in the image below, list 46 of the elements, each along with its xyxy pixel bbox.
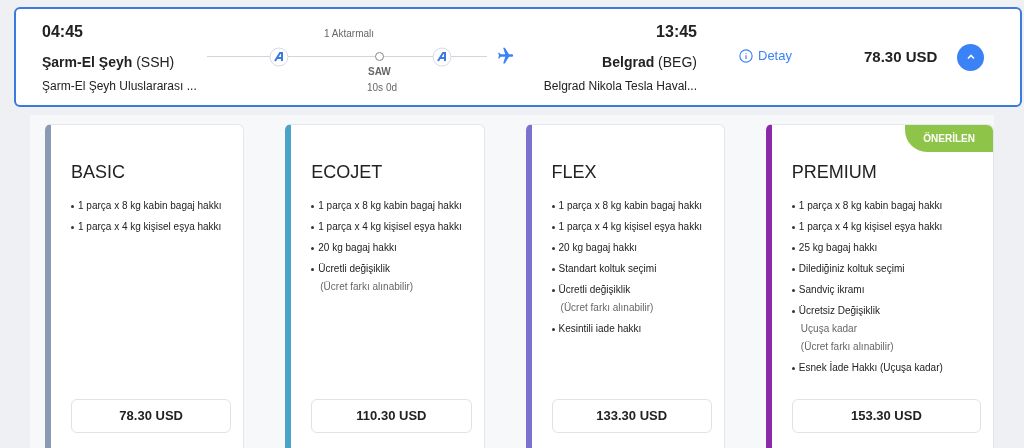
detail-link[interactable]: Detay [739, 46, 792, 66]
fare-feature: Esnek İade Hakkı (Uçuşa kadar) [791, 360, 981, 375]
fare-feature: 1 parça x 4 kg kişisel eşya hakkı [791, 219, 981, 234]
fare-price-button[interactable]: 153.30 USD [791, 399, 981, 433]
fare-feature: 20 kg bagaj hakkı [551, 240, 712, 255]
fare-name: PREMIUM [791, 161, 878, 184]
fare-name: FLEX [551, 161, 598, 184]
collapse-button[interactable] [957, 43, 984, 71]
fare-feature: Sandviç ikramı [791, 282, 981, 297]
departure-time: 04:45 [42, 21, 83, 42]
fare-feature: 1 parça x 8 kg kabin bagaj hakkı [791, 198, 981, 213]
stops-label: 1 Aktarmalı [324, 27, 375, 41]
recommended-badge: ÖNERİLEN [905, 125, 993, 152]
info-icon [739, 49, 753, 63]
fare-price-button[interactable]: 110.30 USD [311, 399, 472, 433]
chevron-up-icon [965, 52, 976, 62]
feature-note: (Ücret farkı alınabilir) [799, 340, 895, 354]
feature-note: (Ücret farkı alınabilir) [319, 280, 415, 294]
feature-note: (Ücret farkı alınabilir) [559, 301, 655, 315]
flight-duration: 10s 0d [367, 81, 398, 95]
flight-price: 78.30 USD [863, 46, 938, 67]
fare-feature: 1 parça x 4 kg kişisel eşya hakkı [311, 219, 472, 234]
fare-feature: 1 parça x 4 kg kişisel eşya hakkı [551, 219, 712, 234]
fare-feature: Dilediğiniz koltuk seçimi [791, 261, 981, 276]
fare-feature: 1 parça x 4 kg kişisel eşya hakkı [71, 219, 232, 234]
fare-feature: Ücretsiz Değişiklik [791, 303, 981, 318]
departure-city: Şarm-El Şeyh (SSH) [42, 52, 175, 72]
fare-feature: 25 kg bagaj hakkı [791, 240, 981, 255]
feature-note: Uçuşa kadar [799, 322, 858, 336]
departure-airport: Şarm-El Şeyh Uluslararası ... [42, 77, 197, 95]
arrival-airport: Belgrad Nikola Tesla Haval... [543, 77, 697, 95]
fare-feature: 1 parça x 8 kg kabin bagaj hakkı [311, 198, 472, 213]
fare-price-button[interactable]: 78.30 USD [71, 399, 232, 433]
fare-price-button[interactable]: 133.30 USD [551, 399, 712, 433]
fare-feature: 20 kg bagaj hakkı [311, 240, 472, 255]
fare-feature: 1 parça x 8 kg kabin bagaj hakkı [71, 198, 232, 213]
arrival-time: 13:45 [656, 21, 697, 42]
fare-feature: Ücretli değişiklik [551, 282, 712, 297]
fare-feature: Kesintili iade hakkı [551, 321, 712, 336]
fare-name: ECOJET [311, 161, 384, 184]
fare-feature: Ücretli değişiklik [311, 261, 472, 276]
arrival-city: Belgrad (BEG) [602, 52, 697, 72]
fare-name: BASIC [71, 161, 127, 184]
stop-code: SAW [368, 65, 391, 79]
fare-feature: 1 parça x 8 kg kabin bagaj hakkı [551, 198, 712, 213]
fare-feature: Standart koltuk seçimi [551, 261, 712, 276]
